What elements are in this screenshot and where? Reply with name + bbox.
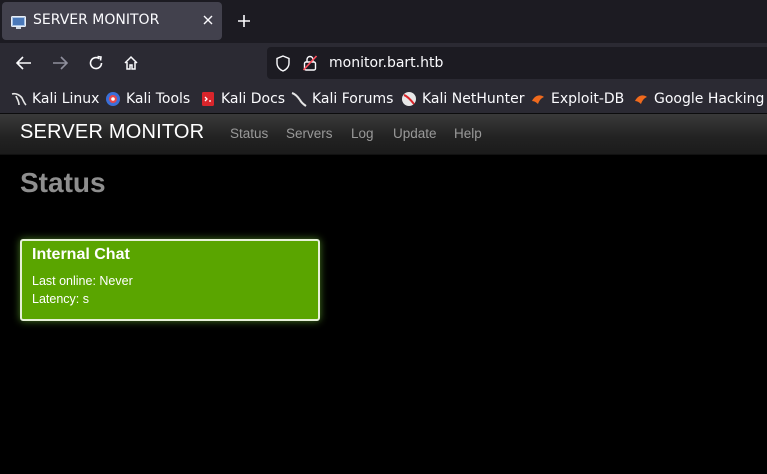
bookmark-label: Kali Linux xyxy=(32,91,100,107)
url-bar[interactable]: monitor.bart.htb xyxy=(267,47,767,79)
tab-title: SERVER MONITOR xyxy=(33,12,160,28)
nav-link-log[interactable]: Log xyxy=(351,126,374,141)
nav-link-help[interactable]: Help xyxy=(454,126,482,141)
bookmark-google-hacking-db[interactable]: Google Hacking Db xyxy=(633,90,767,108)
bookmark-kali-forums[interactable]: Kali Forums xyxy=(291,90,393,108)
monitor-favicon-icon xyxy=(11,14,26,29)
kali-forums-icon xyxy=(291,91,307,107)
url-text[interactable]: monitor.bart.htb xyxy=(329,55,443,71)
page-title: Status xyxy=(20,167,106,198)
bookmark-kali-tools[interactable]: Kali Tools xyxy=(105,90,190,108)
nav-link-servers[interactable]: Servers xyxy=(286,126,333,141)
forward-arrow-icon[interactable] xyxy=(49,52,71,74)
bookmark-label: Kali NetHunter xyxy=(422,91,525,107)
bookmark-kali-linux[interactable]: Kali Linux xyxy=(11,90,99,108)
kali-dragon-icon xyxy=(11,91,27,107)
server-latency: Latency: s xyxy=(32,292,89,306)
bookmark-label: Google Hacking Db xyxy=(654,91,767,107)
bookmarks-toolbar: Kali Linux Kali Tools Kali Docs Kali For… xyxy=(0,84,767,114)
nav-link-update[interactable]: Update xyxy=(393,126,437,141)
site-navbar: SERVER MONITOR Status Servers Log Update… xyxy=(0,114,767,155)
bookmark-label: Kali Docs xyxy=(221,91,286,107)
server-name: Internal Chat xyxy=(32,246,130,263)
kali-docs-icon xyxy=(200,91,216,107)
bookmark-label: Kali Tools xyxy=(126,91,191,107)
nav-link-status[interactable]: Status xyxy=(230,126,268,141)
ghdb-icon xyxy=(633,91,649,107)
browser-tab[interactable]: SERVER MONITOR xyxy=(2,2,222,40)
nethunter-icon xyxy=(401,91,417,107)
browser-toolbar: monitor.bart.htb xyxy=(0,43,767,84)
bookmark-label: Exploit-DB xyxy=(551,91,625,107)
tracking-shield-icon[interactable] xyxy=(275,55,291,76)
close-icon[interactable] xyxy=(200,12,216,28)
kali-tools-icon xyxy=(105,91,121,107)
browser-tab-strip: SERVER MONITOR xyxy=(0,0,767,43)
insecure-lock-icon[interactable] xyxy=(302,55,318,75)
exploitdb-icon xyxy=(530,91,546,107)
bookmark-label: Kali Forums xyxy=(312,91,394,107)
server-status-card[interactable]: Internal Chat Last online: Never Latency… xyxy=(20,239,320,321)
reload-icon[interactable] xyxy=(85,52,107,74)
home-icon[interactable] xyxy=(120,52,142,74)
bookmark-exploit-db[interactable]: Exploit-DB xyxy=(530,90,624,108)
bookmark-kali-docs[interactable]: Kali Docs xyxy=(200,90,285,108)
back-arrow-icon[interactable] xyxy=(13,52,35,74)
site-brand[interactable]: SERVER MONITOR xyxy=(20,121,204,144)
bookmark-kali-nethunter[interactable]: Kali NetHunter xyxy=(401,90,524,108)
plus-icon[interactable] xyxy=(234,11,254,31)
server-last-online: Last online: Never xyxy=(32,274,133,288)
